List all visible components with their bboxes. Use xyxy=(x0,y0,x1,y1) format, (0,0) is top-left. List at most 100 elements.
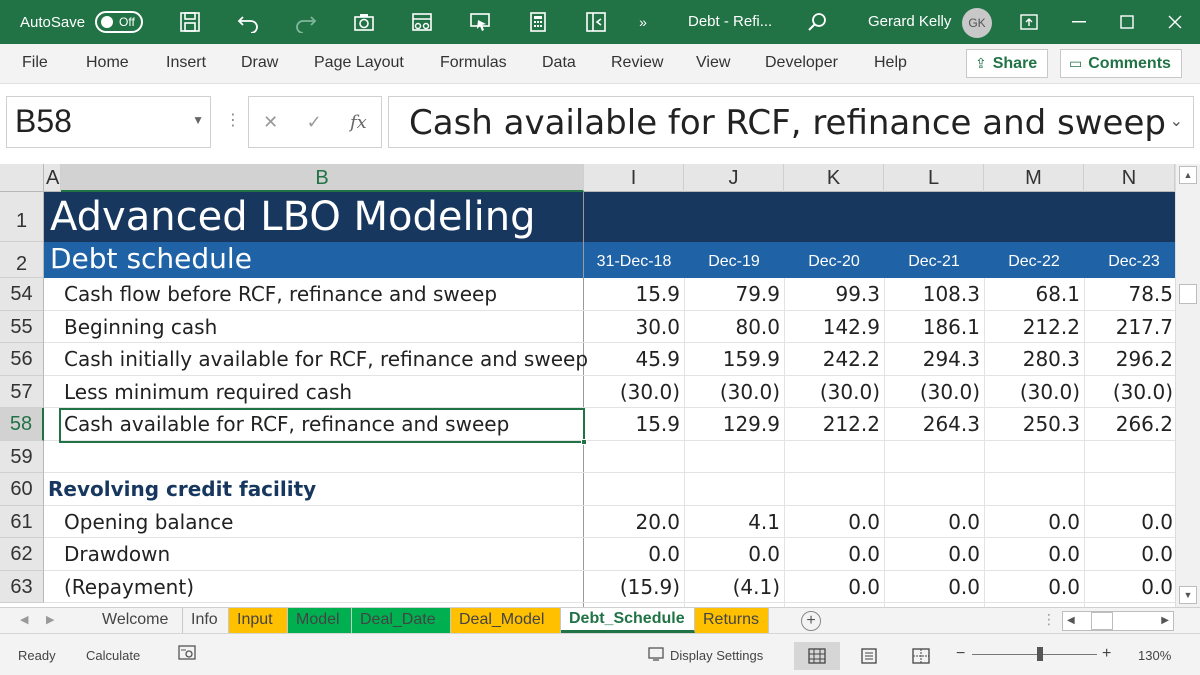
date-header[interactable]: Dec-23 xyxy=(1084,242,1175,278)
tab-review[interactable]: Review xyxy=(611,54,663,72)
zoom-out-button[interactable]: − xyxy=(956,645,965,663)
cell-value[interactable]: 0.0 xyxy=(784,538,880,571)
cell-value[interactable]: 212.2 xyxy=(784,408,880,441)
row-header[interactable]: 55 xyxy=(0,310,44,343)
display-settings-icon[interactable] xyxy=(648,646,666,665)
tab-insert[interactable]: Insert xyxy=(166,54,206,72)
date-header[interactable]: Dec-22 xyxy=(984,242,1084,278)
cell-value[interactable]: 99.3 xyxy=(784,278,880,311)
form-icon[interactable] xyxy=(393,0,451,44)
sheet-tab-deal-date[interactable]: Deal_Date xyxy=(352,608,451,633)
row-header[interactable]: 60 xyxy=(0,473,44,506)
sheet-tab-info[interactable]: Info xyxy=(183,608,229,633)
chevron-down-icon[interactable]: ▼ xyxy=(192,113,204,127)
zoom-slider-track[interactable] xyxy=(972,654,1097,655)
fill-handle[interactable] xyxy=(581,439,587,445)
date-header[interactable]: Dec-20 xyxy=(784,242,884,278)
autosave-toggle[interactable]: Off xyxy=(95,11,144,33)
row-header[interactable]: 54 xyxy=(0,278,44,311)
tab-file[interactable]: File xyxy=(22,54,48,72)
tab-formulas[interactable]: Formulas xyxy=(440,54,507,72)
tab-page-layout[interactable]: Page Layout xyxy=(314,54,404,72)
tab-help[interactable]: Help xyxy=(874,54,907,72)
date-header[interactable]: Dec-21 xyxy=(884,242,984,278)
sheet-tab-welcome[interactable]: Welcome xyxy=(94,608,183,633)
active-cell-selection[interactable] xyxy=(59,408,587,445)
row-label[interactable]: Drawdown xyxy=(64,538,170,571)
column-header-l[interactable]: L xyxy=(884,164,984,192)
row-header[interactable]: 2 xyxy=(0,242,44,278)
sheet-subtitle[interactable]: Debt schedule xyxy=(50,242,252,278)
cell-value[interactable]: 159.9 xyxy=(684,343,780,376)
cell-value[interactable]: 15.9 xyxy=(584,278,680,311)
sheet-tab-returns[interactable]: Returns xyxy=(695,608,769,633)
row-header[interactable]: 63 xyxy=(0,570,44,603)
sheet-prev-icon[interactable]: ◀ xyxy=(20,613,28,626)
cell-value[interactable]: (30.0) xyxy=(984,376,1080,409)
cell-value[interactable]: 294.3 xyxy=(884,343,980,376)
row-label[interactable]: Beginning cash xyxy=(64,311,217,344)
cell-value[interactable]: (30.0) xyxy=(684,376,780,409)
ribbon-display-icon[interactable] xyxy=(1004,0,1054,44)
page-layout-view-icon[interactable] xyxy=(846,642,892,670)
cancel-icon[interactable]: ✕ xyxy=(263,112,278,133)
page-break-view-icon[interactable] xyxy=(898,642,944,670)
cell-value[interactable]: 15.9 xyxy=(584,408,680,441)
cell-value[interactable]: 250.3 xyxy=(984,408,1080,441)
cell-value[interactable]: 264.3 xyxy=(884,408,980,441)
normal-view-icon[interactable] xyxy=(794,642,840,670)
cell-value[interactable]: 78.5 xyxy=(1084,278,1175,311)
zoom-level[interactable]: 130% xyxy=(1138,648,1171,663)
user-name[interactable]: Gerard Kelly xyxy=(868,13,951,30)
horizontal-scrollbar[interactable]: ◀ ▶ xyxy=(1062,611,1174,631)
row-label[interactable]: Cash initially available for RCF, refina… xyxy=(64,343,588,376)
cell-value[interactable]: 212.2 xyxy=(984,311,1080,344)
row-label[interactable]: Opening balance xyxy=(64,506,233,539)
cell-value[interactable]: (4.1) xyxy=(684,571,780,604)
cell-value[interactable]: 242.2 xyxy=(784,343,880,376)
cell-value[interactable]: 20.0 xyxy=(584,506,680,539)
cell-value[interactable]: 186.1 xyxy=(884,311,980,344)
minimize-icon[interactable] xyxy=(1054,0,1104,44)
enter-icon[interactable]: ✓ xyxy=(307,112,322,133)
cell-value[interactable]: 80.0 xyxy=(684,311,780,344)
present-icon[interactable] xyxy=(451,0,509,44)
column-header-i[interactable]: I xyxy=(584,164,684,192)
share-button[interactable]: ⇪ Share xyxy=(966,49,1048,78)
spreadsheet-grid[interactable]: A B I J K L M N 1 2 Advanced LBO Modelin… xyxy=(0,164,1175,607)
scroll-right-icon[interactable]: ▶ xyxy=(1161,615,1169,626)
cell-value[interactable]: 0.0 xyxy=(584,538,680,571)
macro-record-icon[interactable] xyxy=(178,645,196,664)
scroll-thumb[interactable] xyxy=(1179,284,1197,304)
sheet-tab-debt-schedule[interactable]: Debt_Schedule xyxy=(561,608,695,633)
camera-icon[interactable] xyxy=(335,0,393,44)
cell-value[interactable]: 0.0 xyxy=(784,506,880,539)
zoom-in-button[interactable]: + xyxy=(1102,645,1111,663)
save-icon[interactable] xyxy=(161,0,219,44)
row-header[interactable]: 58 xyxy=(0,408,44,441)
cell-value[interactable]: 280.3 xyxy=(984,343,1080,376)
more-commands-icon[interactable]: » xyxy=(625,0,661,44)
tab-split-grip-icon[interactable]: ⋮ xyxy=(1042,611,1056,628)
display-settings-button[interactable]: Display Settings xyxy=(670,648,763,663)
select-all-corner[interactable] xyxy=(0,164,44,192)
vertical-scrollbar[interactable]: ▲ ▼ xyxy=(1175,164,1200,607)
row-header[interactable]: 61 xyxy=(0,505,44,538)
cell-value[interactable]: 79.9 xyxy=(684,278,780,311)
freeze-panes-icon[interactable] xyxy=(567,0,625,44)
sheet-next-icon[interactable]: ▶ xyxy=(46,613,54,626)
cell-value[interactable]: 0.0 xyxy=(1084,506,1175,539)
redo-icon[interactable] xyxy=(277,0,335,44)
column-header-b[interactable]: B xyxy=(61,164,584,192)
undo-icon[interactable] xyxy=(219,0,277,44)
cell-value[interactable]: 217.7 xyxy=(1084,311,1175,344)
column-header-k[interactable]: K xyxy=(784,164,884,192)
cell-value[interactable]: 266.2 xyxy=(1084,408,1175,441)
search-icon[interactable] xyxy=(806,11,828,38)
date-header[interactable]: Dec-19 xyxy=(684,242,784,278)
cell-value[interactable]: 0.0 xyxy=(984,538,1080,571)
avatar[interactable]: GK xyxy=(962,8,992,38)
maximize-icon[interactable] xyxy=(1102,0,1152,44)
cell-value[interactable]: 4.1 xyxy=(684,506,780,539)
column-header-m[interactable]: M xyxy=(984,164,1084,192)
